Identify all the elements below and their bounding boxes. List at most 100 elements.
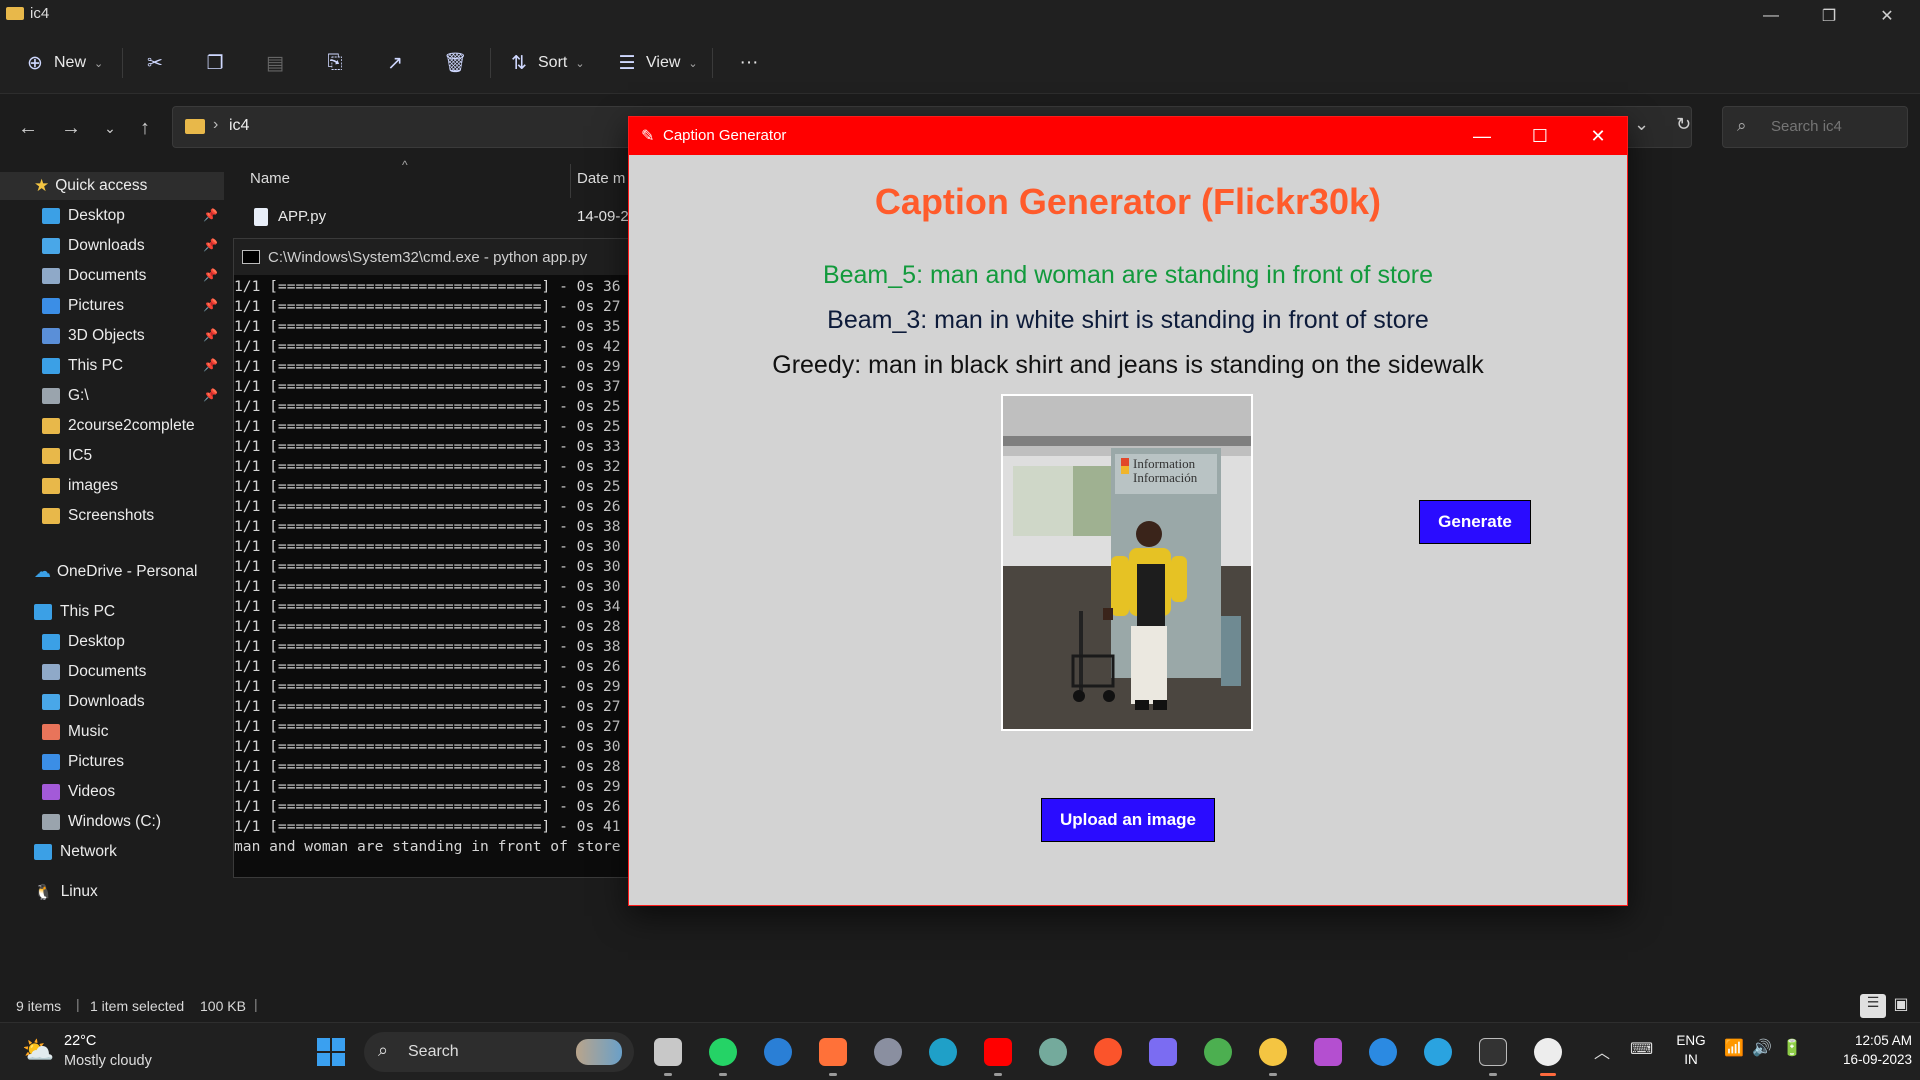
close-button[interactable]: ✕ <box>1858 0 1916 32</box>
status-bar: 9 items | 1 item selected 100 KB | ☰ ▣ <box>0 992 1920 1022</box>
sidebar-item[interactable]: Videos <box>0 778 224 806</box>
restore-button[interactable]: ❐ <box>1800 0 1858 32</box>
upload-image-button[interactable]: Upload an image <box>1041 798 1215 842</box>
rename-button[interactable]: ⎘ <box>324 46 346 80</box>
taskbar-search-box[interactable]: ⌕ Search <box>364 1032 634 1072</box>
refresh-button[interactable]: ↻ <box>1676 114 1691 135</box>
trash-icon: 🗑 <box>442 53 468 74</box>
minimize-button[interactable]: — <box>1742 0 1800 32</box>
sidebar-item[interactable]: Desktop <box>0 628 224 656</box>
column-header-date[interactable]: Date m <box>577 170 625 187</box>
sidebar-item-linux[interactable]: 🐧 Linux <box>0 878 224 906</box>
sidebar-item[interactable]: Documents <box>0 658 224 686</box>
up-button[interactable]: ↑ <box>131 114 159 142</box>
chatgpt-taskbar-button[interactable] <box>1033 1032 1073 1072</box>
sidebar-item[interactable]: Downloads 📌 <box>0 232 224 260</box>
vscode-taskbar-button[interactable] <box>1363 1032 1403 1072</box>
sidebar-item[interactable]: This PC 📌 <box>0 352 224 380</box>
sidebar-item[interactable]: IC5 <box>0 442 224 470</box>
details-view-button[interactable]: ☰ <box>1860 994 1886 1018</box>
paste-button[interactable]: ▤ <box>264 46 286 80</box>
start-button[interactable] <box>311 1032 351 1072</box>
pin-icon: 📌 <box>203 238 218 252</box>
sidebar-item-quick-access[interactable]: ★ Quick access <box>0 172 224 200</box>
sidebar-item-onedrive[interactable]: ☁ OneDrive - Personal <box>0 558 224 586</box>
file-row[interactable]: APP.py 14-09-2 <box>232 204 632 234</box>
edge-taskbar-button[interactable] <box>923 1032 963 1072</box>
sidebar-item[interactable]: Pictures 📌 <box>0 292 224 320</box>
back-button[interactable]: ← <box>14 114 42 142</box>
sidebar-item[interactable]: Screenshots <box>0 502 224 530</box>
3d-objects-icon <box>42 328 60 344</box>
search-input[interactable] <box>1769 117 1899 136</box>
brave-taskbar-button[interactable] <box>1088 1032 1128 1072</box>
search-box[interactable]: ⌕ <box>1722 106 1908 148</box>
sidebar-item-label: Documents <box>68 267 147 284</box>
file-explorer-window-taskbar-button[interactable] <box>648 1032 688 1076</box>
sidebar-item-network[interactable]: Network <box>0 838 224 866</box>
sidebar-item[interactable]: Windows (C:) <box>0 808 224 836</box>
app-close-button[interactable]: ✕ <box>1569 117 1627 155</box>
cmd-line: 1/1 [==============================] - 0… <box>234 678 621 695</box>
whatsapp-taskbar-button[interactable] <box>703 1032 743 1076</box>
sidebar-item-label: Quick access <box>55 177 148 194</box>
keyboard-icon[interactable]: ⌨ <box>1630 1039 1653 1059</box>
sidebar-item[interactable]: G:\ 📌 <box>0 382 224 410</box>
youtube-taskbar-button[interactable] <box>978 1032 1018 1076</box>
copilot-taskbar-button[interactable] <box>1143 1032 1183 1072</box>
sidebar-item[interactable]: images <box>0 472 224 500</box>
chrome-icon <box>1204 1038 1232 1066</box>
python-file-icon <box>254 208 268 226</box>
terminal-taskbar-button[interactable] <box>1473 1032 1513 1076</box>
chrome-taskbar-button[interactable] <box>1198 1032 1238 1072</box>
telegram-taskbar-button[interactable] <box>1418 1032 1458 1072</box>
star-icon: ★ <box>34 176 50 195</box>
clock-date: 16-09-2023 <box>1842 1052 1912 1067</box>
large-icons-view-button[interactable]: ▣ <box>1888 994 1914 1018</box>
file-list: Name ^ Date m APP.py 14-09-2 <box>232 158 632 244</box>
sidebar-item[interactable]: Desktop 📌 <box>0 202 224 230</box>
sidebar-item[interactable]: Downloads <box>0 688 224 716</box>
file-explorer-taskbar-button[interactable] <box>1253 1032 1293 1076</box>
sort-button[interactable]: ⇅ Sort ⌄ <box>508 46 585 80</box>
app-maximize-button[interactable]: ☐ <box>1511 117 1569 155</box>
firefox-taskbar-button[interactable] <box>813 1032 853 1076</box>
delete-button[interactable]: 🗑 <box>442 46 468 80</box>
sidebar-item[interactable]: Music <box>0 718 224 746</box>
app-minimize-button[interactable]: — <box>1453 117 1511 155</box>
sidebar-item[interactable]: Documents 📌 <box>0 262 224 290</box>
vscode-icon <box>1369 1038 1397 1066</box>
more-options-button[interactable]: ··· <box>738 46 760 80</box>
battery-icon[interactable]: 🔋 <box>1782 1038 1802 1058</box>
weather-widget[interactable]: ⛅ 22°C Mostly cloudy <box>14 1031 214 1073</box>
sidebar-item[interactable]: Pictures <box>0 748 224 776</box>
uploaded-photo: Information Información <box>1001 394 1253 731</box>
cmd-line: 1/1 [==============================] - 0… <box>234 298 621 315</box>
sidebar-item-this-pc[interactable]: This PC <box>0 598 224 626</box>
column-header-name[interactable]: Name <box>250 170 290 187</box>
wifi-icon[interactable]: 📶 <box>1724 1038 1744 1058</box>
show-hidden-icons-button[interactable]: ︿ <box>1594 1039 1610 1063</box>
new-button[interactable]: ⊕ New ⌄ <box>24 46 103 80</box>
recent-locations-button[interactable]: ⌄ <box>96 114 124 142</box>
settings-taskbar-button[interactable] <box>868 1032 908 1072</box>
sort-label: Sort <box>538 54 568 71</box>
sidebar-item[interactable]: 3D Objects 📌 <box>0 322 224 350</box>
notepad-taskbar-button[interactable] <box>1528 1032 1568 1076</box>
clock[interactable]: 12:05 AM 16-09-2023 <box>1816 1031 1912 1069</box>
copy-button[interactable]: ❐ <box>204 46 226 80</box>
cmd-line: 1/1 [==============================] - 0… <box>234 458 621 475</box>
address-dropdown-button[interactable]: ⌄ <box>1634 114 1649 135</box>
forward-button[interactable]: → <box>57 114 85 142</box>
view-button[interactable]: ☰ View ⌄ <box>616 46 697 80</box>
generate-button[interactable]: Generate <box>1419 500 1531 544</box>
volume-icon[interactable]: 🔊 <box>1752 1038 1772 1058</box>
github-taskbar-button[interactable] <box>1308 1032 1348 1072</box>
microsoft-store-taskbar-button[interactable] <box>758 1032 798 1072</box>
sidebar-item[interactable]: 2course2complete <box>0 412 224 440</box>
download-icon <box>42 694 60 710</box>
share-button[interactable]: ↗ <box>384 46 406 80</box>
cut-button[interactable]: ✂ <box>144 46 166 80</box>
language-indicator[interactable]: ENG IN <box>1674 1031 1708 1069</box>
cmd-window[interactable]: C:\Windows\System32\cmd.exe - python app… <box>233 238 633 878</box>
